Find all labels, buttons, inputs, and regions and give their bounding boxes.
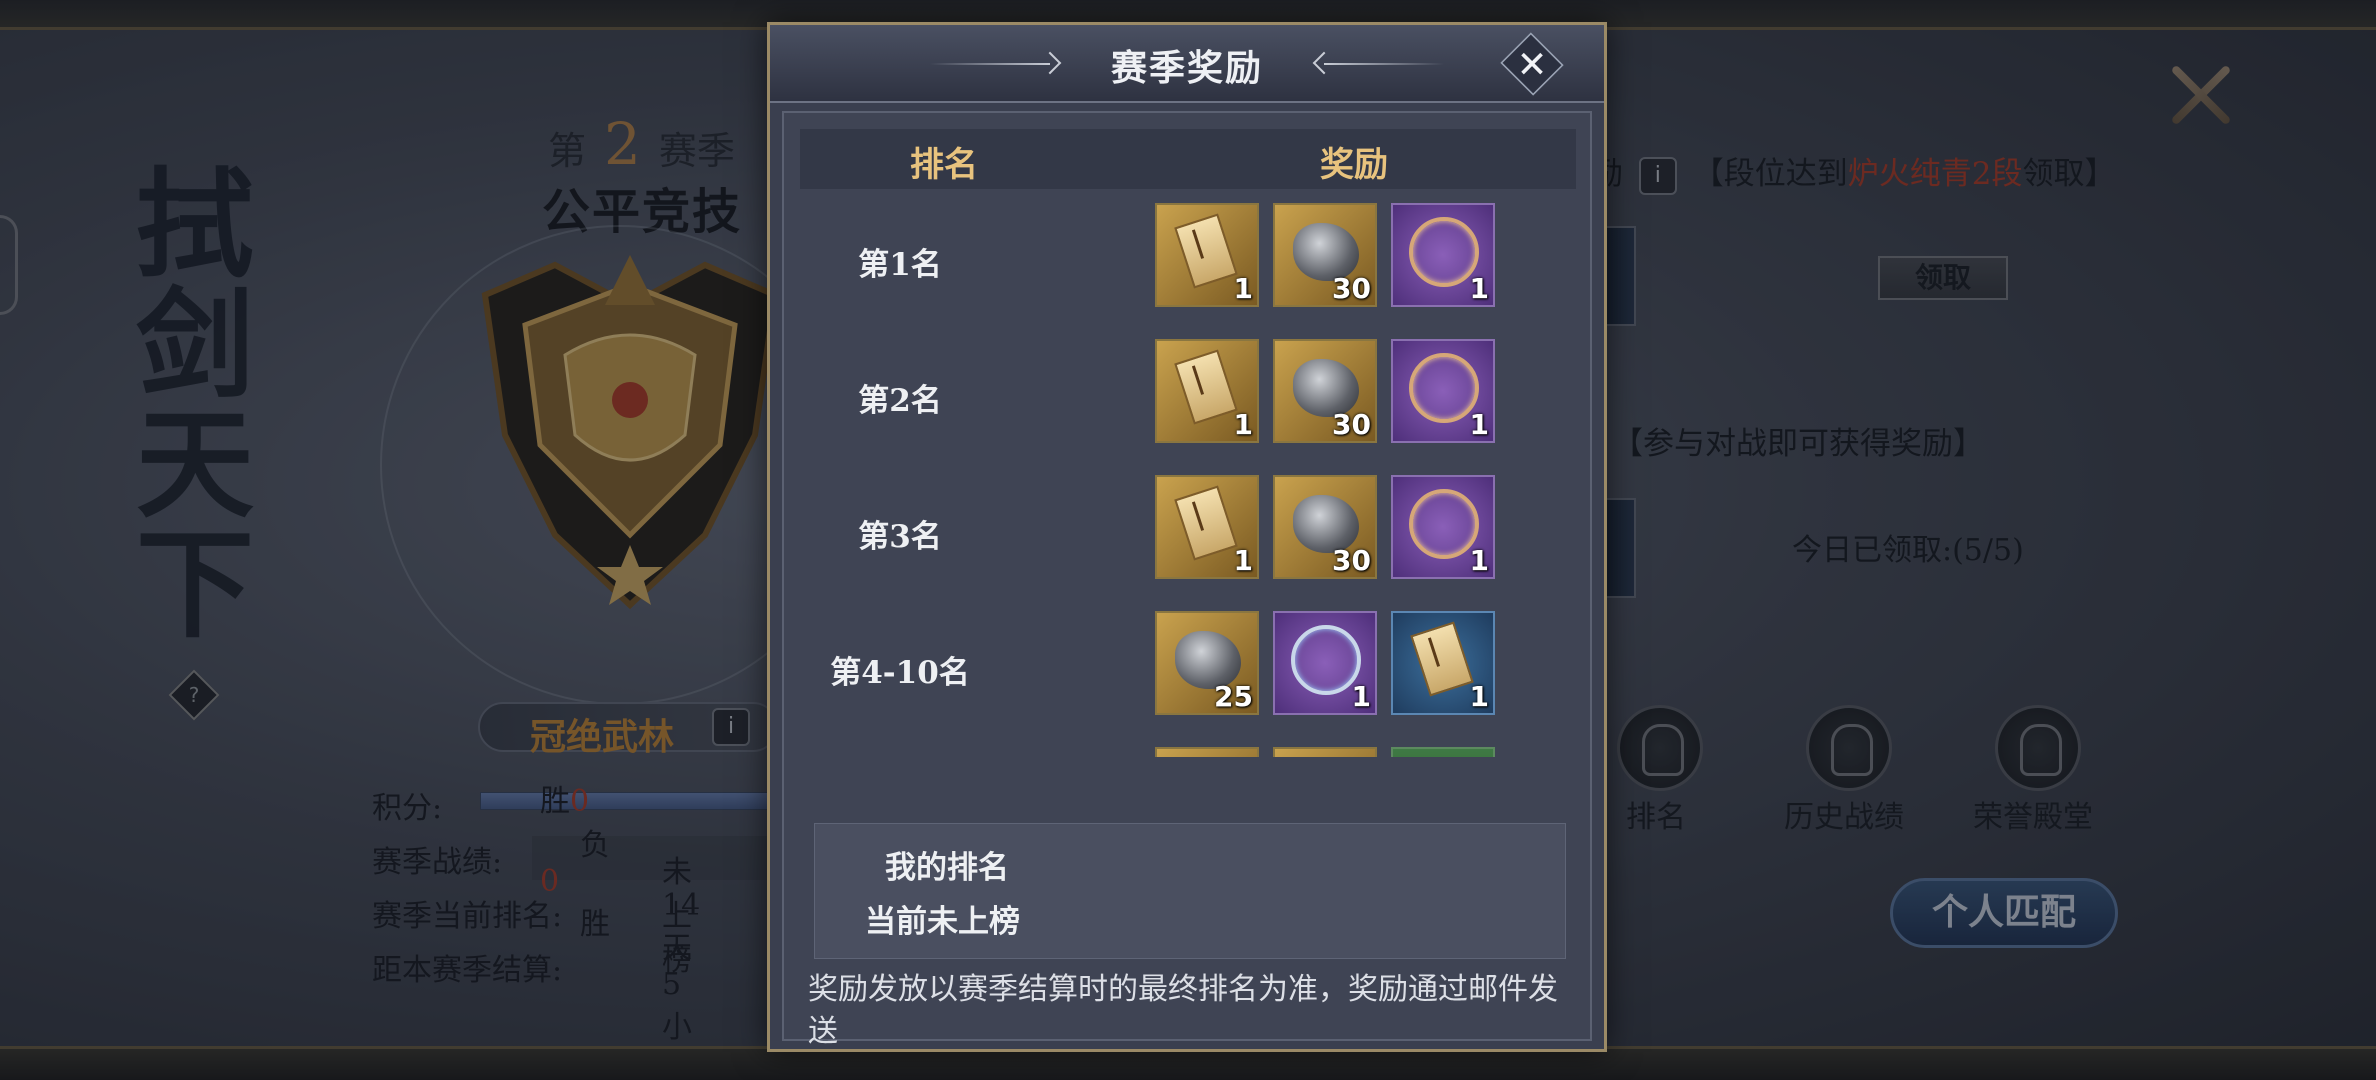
reward-item-ore[interactable]: 30 — [1273, 339, 1377, 443]
scroll-icon — [1174, 349, 1238, 425]
scroll-icon — [1174, 213, 1238, 289]
table-row — [800, 747, 1576, 757]
rank-label: 第2名 — [858, 383, 942, 419]
ring-icon — [1291, 625, 1361, 695]
reward-item-ring[interactable]: 1 — [1391, 339, 1495, 443]
rank-label: 第1名 — [858, 247, 942, 283]
item-count: 1 — [1233, 408, 1253, 441]
item-count: 30 — [1332, 544, 1371, 577]
item-count: 1 — [1469, 680, 1489, 713]
reward-item-ring[interactable]: 1 — [1273, 611, 1377, 715]
table-row: 第2名 1 30 1 — [800, 339, 1576, 449]
item-count: 1 — [1469, 544, 1489, 577]
item-count: 1 — [1469, 272, 1489, 305]
reward-item-ring[interactable]: 1 — [1391, 203, 1495, 307]
reward-item-ring[interactable]: 1 — [1391, 475, 1495, 579]
reward-items: 1 30 1 — [1155, 339, 1495, 443]
season-reward-dialog: 赛季奖励 ✕ 排名 奖励 第1名 1 30 1 第2名 1 30 1 第3名 1 30 1 第4-10名… — [767, 22, 1607, 1052]
table-row: 第4-10名 25 1 1 — [800, 611, 1576, 721]
reward-items: 1 30 1 — [1155, 475, 1495, 579]
dialog-header: 赛季奖励 ✕ — [770, 25, 1604, 103]
ring-icon — [1409, 353, 1479, 423]
item-count: 25 — [1214, 680, 1253, 713]
my-rank-panel: 我的排名 当前未上榜 — [814, 823, 1566, 959]
reward-item-ore[interactable]: 30 — [1273, 203, 1377, 307]
reward-items: 25 1 1 — [1155, 611, 1495, 715]
dialog-title: 赛季奖励 — [1110, 47, 1263, 89]
reward-item-scroll[interactable]: 1 — [1155, 203, 1259, 307]
item-count: 1 — [1233, 272, 1253, 305]
reward-item-scroll[interactable]: 1 — [1155, 339, 1259, 443]
scroll-icon — [1410, 621, 1474, 697]
ring-icon — [1409, 217, 1479, 287]
header-rank: 排名 — [910, 145, 978, 185]
item-count: 1 — [1233, 544, 1253, 577]
ring-icon — [1409, 489, 1479, 559]
reward-item-ore[interactable]: 30 — [1273, 475, 1377, 579]
my-rank-title: 我的排名 — [885, 850, 1009, 886]
reward-item[interactable] — [1273, 747, 1377, 757]
reward-item-scroll[interactable]: 1 — [1155, 475, 1259, 579]
item-count: 30 — [1332, 272, 1371, 305]
table-row: 第3名 1 30 1 — [800, 475, 1576, 585]
reward-item[interactable] — [1391, 747, 1495, 757]
close-icon: ✕ — [1516, 42, 1548, 86]
reward-list[interactable]: 第1名 1 30 1 第2名 1 30 1 第3名 1 30 1 第4-10名 25 1 1 — [800, 203, 1576, 757]
table-row: 第1名 1 30 1 — [800, 203, 1576, 313]
reward-item[interactable] — [1155, 747, 1259, 757]
reward-items: 1 30 1 — [1155, 203, 1495, 307]
reward-note: 奖励发放以赛季结算时的最终排名为准，奖励通过邮件发送 — [808, 972, 1558, 1049]
header-ornament-icon — [1324, 63, 1444, 65]
dialog-body: 排名 奖励 第1名 1 30 1 第2名 1 30 1 第3名 1 30 1 第4-10名 25 1 1 我的… — [782, 111, 1592, 1049]
header-reward: 奖励 — [1320, 145, 1388, 185]
rank-label: 第3名 — [858, 519, 942, 555]
reward-item-scroll[interactable]: 1 — [1391, 611, 1495, 715]
scroll-icon — [1174, 485, 1238, 561]
item-count: 1 — [1469, 408, 1489, 441]
item-count: 1 — [1351, 680, 1371, 713]
item-count: 30 — [1332, 408, 1371, 441]
my-rank-value: 当前未上榜 — [865, 904, 1020, 940]
rank-label: 第4-10名 — [830, 655, 970, 691]
table-header: 排名 奖励 — [800, 129, 1576, 189]
reward-item-ore[interactable]: 25 — [1155, 611, 1259, 715]
